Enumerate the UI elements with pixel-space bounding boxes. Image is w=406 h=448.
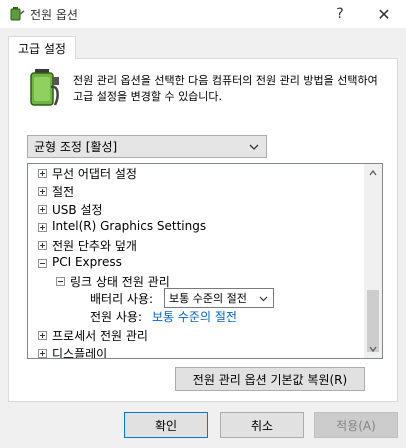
tree-item-power-buttons-lid[interactable]: 전원 단추와 덮개 [28,236,364,254]
tree-item-usb[interactable]: USB 설정 [28,200,364,218]
apply-button[interactable]: 적용(A) [314,412,398,438]
ok-button[interactable]: 확인 [124,412,208,438]
tree-item-label: PCI Express [52,255,122,269]
power-options-window: 전원 옵션 ? ✕ 고급 설정 전원 관리 옵션을 선택한 다음 컴퓨터의 전원… [0,0,406,448]
scroll-up-icon[interactable] [368,168,378,178]
cancel-button[interactable]: 취소 [220,412,304,438]
tree-item-label: 전원 단추와 덮개 [52,239,137,253]
on-battery-value: 보통 수준의 절전 [169,292,247,305]
tree-item-processor-power[interactable]: 프로세서 전원 관리 [28,326,364,344]
scroll-down-icon[interactable] [368,344,378,354]
expand-icon[interactable] [38,349,47,358]
advanced-settings-panel: 전원 관리 옵션을 선택한 다음 컴퓨터의 전원 관리 방법을 선택하여 고급 … [8,58,398,402]
expand-icon[interactable] [38,205,47,214]
plugged-in-label: 전원 사용: [90,310,143,324]
chevron-down-icon [259,296,268,302]
restore-defaults-button[interactable]: 전원 관리 옵션 기본값 복원(R) [175,367,365,391]
tree-scrollbar[interactable] [364,164,382,358]
description-text: 전원 관리 옵션을 선택한 다음 컴퓨터의 전원 관리 방법을 선택하여 고급 … [73,74,378,103]
help-button[interactable]: ? [318,0,362,28]
expand-icon[interactable] [38,331,47,340]
chevron-down-icon [249,144,259,150]
expand-icon[interactable] [38,187,47,196]
tree-item-sleep[interactable]: 절전 [28,182,364,200]
tree-item-label: 디스플레이 [52,347,108,358]
tree-item-display[interactable]: 디스플레이 [28,344,364,358]
window-title: 전원 옵션 [30,8,78,22]
tree-item-label: 프로세서 전원 관리 [52,329,148,343]
on-battery-label: 배터리 사용: [90,292,154,306]
power-plan-value: 균형 조정 [활성] [34,140,118,154]
title-bar: 전원 옵션 ? ✕ [0,0,406,28]
scrollbar-thumb[interactable] [367,290,379,352]
setting-plugged-in: 전원 사용: 보통 수준의 절전 [28,307,364,325]
power-options-icon [10,7,25,21]
tree-item-label: 링크 상태 전원 관리 [70,275,170,289]
collapse-icon[interactable] [56,277,65,286]
battery-plug-icon [30,69,59,106]
tree-item-pci-express[interactable]: PCI Express [28,254,364,272]
expand-icon[interactable] [38,241,47,250]
tree-item-label: 절전 [52,185,75,199]
tree-item-intel-graphics[interactable]: Intel(R) Graphics Settings [28,218,364,236]
tree-item-label: USB 설정 [52,203,103,217]
tree-item-wireless-adapter[interactable]: 무선 어댑터 설정 [28,164,364,182]
settings-tree-content: 무선 어댑터 설정 절전 USB 설정 Intel(R) Graphics Se… [28,164,364,358]
power-plan-select[interactable]: 균형 조정 [활성] [27,135,267,158]
tree-item-label: Intel(R) Graphics Settings [52,219,207,233]
expand-icon[interactable] [38,169,47,178]
expand-icon[interactable] [38,223,47,232]
tab-advanced-settings[interactable]: 고급 설정 [8,36,76,59]
plugged-in-value[interactable]: 보통 수준의 절전 [152,308,237,325]
settings-tree[interactable]: 무선 어댑터 설정 절전 USB 설정 Intel(R) Graphics Se… [27,163,383,359]
on-battery-select[interactable]: 보통 수준의 절전 [164,288,274,308]
close-button[interactable]: ✕ [362,0,406,28]
tree-item-label: 무선 어댑터 설정 [52,167,137,181]
collapse-icon[interactable] [38,259,47,268]
